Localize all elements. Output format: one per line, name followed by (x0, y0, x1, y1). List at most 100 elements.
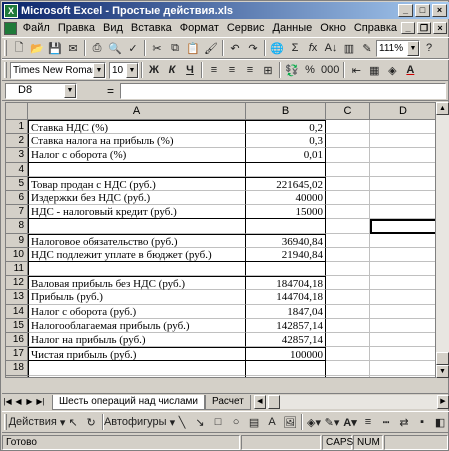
row-header[interactable]: 12 (6, 276, 28, 291)
arrow-icon[interactable]: ↘ (191, 413, 209, 431)
last-sheet-icon[interactable]: ▶| (35, 396, 46, 409)
cell-b[interactable]: 184704,18 (246, 276, 326, 291)
menu-file[interactable]: Файл (19, 22, 54, 34)
cell-c[interactable] (326, 120, 370, 135)
workbook-restore-button[interactable]: ❐ (417, 22, 431, 34)
cell-c[interactable] (326, 318, 370, 333)
cell-d[interactable] (370, 148, 435, 163)
cell-d[interactable] (370, 219, 435, 234)
percent-button[interactable]: % (301, 61, 319, 79)
align-left-icon[interactable]: ≡ (205, 61, 223, 79)
cell-b[interactable]: 36940,84 (246, 233, 326, 248)
new-icon[interactable]: 🗋 (10, 39, 28, 57)
chevron-down-icon[interactable]: ▼ (407, 40, 419, 56)
cell-c[interactable] (326, 219, 370, 234)
column-header-a[interactable]: A (28, 103, 246, 120)
row-header[interactable]: 3 (6, 148, 28, 163)
cell-b[interactable]: 21940,84 (246, 247, 326, 262)
cell-d[interactable] (370, 319, 435, 333)
cell-d[interactable] (370, 120, 435, 135)
tab-calculation[interactable]: Расчет (204, 394, 251, 410)
font-color-icon[interactable]: A (401, 61, 419, 79)
cell-c[interactable] (326, 205, 370, 220)
cell-c[interactable] (326, 304, 370, 319)
row-header[interactable]: 13 (6, 290, 28, 305)
row-header[interactable]: 1 (6, 120, 28, 135)
cell-b[interactable]: 100000 (246, 347, 326, 362)
chart-wizard-icon[interactable]: ▥ (340, 39, 358, 57)
cell-d[interactable] (370, 134, 435, 149)
cell-a[interactable]: НДС подлежит уплате в бюджет (руб.) (28, 247, 246, 262)
row-header[interactable]: 16 (6, 333, 28, 348)
zoom-select[interactable]: 111% ▼ (376, 39, 420, 57)
row-header[interactable]: 6 (6, 191, 28, 206)
scroll-up-icon[interactable]: ▲ (436, 102, 449, 115)
cell-a[interactable]: Издержки без НДС (руб.) (28, 191, 246, 206)
chevron-down-icon[interactable]: ▼ (126, 62, 138, 78)
cell-c[interactable] (326, 347, 370, 362)
row-header[interactable]: 18 (6, 361, 28, 376)
scroll-down-icon[interactable]: ▼ (436, 365, 449, 378)
cell-c[interactable] (326, 176, 370, 191)
cell-d[interactable] (370, 361, 435, 376)
cell-a[interactable]: Ставка налога на прибыль (%) (28, 134, 246, 149)
cell-a[interactable]: Валовая прибыль без НДС (руб.) (28, 276, 246, 291)
fill-color-icon[interactable]: ◈ (383, 61, 401, 79)
print-preview-icon[interactable]: 🔍 (106, 39, 124, 57)
cell-d[interactable] (370, 163, 435, 177)
row-header[interactable]: 11 (6, 262, 28, 277)
select-objects-icon[interactable]: ↖ (64, 413, 82, 431)
borders-icon[interactable]: ▦ (365, 61, 383, 79)
toolbar-grip[interactable] (4, 40, 7, 56)
autosum-icon[interactable]: Σ (286, 39, 304, 57)
menu-view[interactable]: Вид (99, 22, 127, 34)
equals-sign[interactable]: = (107, 84, 114, 98)
cut-icon[interactable]: ✂ (148, 39, 166, 57)
hscroll-thumb[interactable] (267, 395, 280, 409)
line-icon[interactable]: ╲ (173, 413, 191, 431)
maximize-button[interactable]: □ (415, 4, 430, 17)
save-icon[interactable]: 💾 (46, 39, 64, 57)
menu-window[interactable]: Окно (316, 22, 350, 34)
menu-format[interactable]: Формат (176, 22, 223, 34)
dash-style-icon[interactable]: ┅ (377, 413, 395, 431)
font-color-icon[interactable]: A▾ (341, 413, 359, 431)
cell-b[interactable]: 144704,18 (246, 290, 326, 305)
bold-button[interactable]: Ж (145, 61, 163, 79)
workbook-minimize-button[interactable]: _ (401, 22, 415, 34)
cell-b[interactable]: 221645,02 (246, 176, 326, 191)
chevron-down-icon[interactable]: ▼ (64, 83, 76, 98)
font-size-select[interactable]: 10 ▼ (109, 61, 139, 79)
row-header[interactable]: 4 (6, 162, 28, 177)
clipart-icon[interactable]: 🖼 (281, 413, 299, 431)
next-sheet-icon[interactable]: ▶ (24, 396, 35, 409)
row-header[interactable]: 2 (6, 134, 28, 149)
cell-c[interactable] (326, 375, 370, 377)
column-header-d[interactable]: D (370, 103, 435, 120)
toolbar-grip[interactable] (4, 62, 7, 78)
merge-center-icon[interactable]: ⊞ (259, 61, 277, 79)
workbook-icon[interactable] (4, 21, 17, 35)
formula-input[interactable] (120, 82, 446, 99)
cell-c[interactable] (326, 191, 370, 206)
row-header[interactable]: 14 (6, 304, 28, 319)
cell-a[interactable] (28, 162, 246, 177)
free-rotate-icon[interactable]: ↻ (82, 413, 100, 431)
cell-d[interactable] (370, 177, 435, 191)
function-icon[interactable]: fx (304, 39, 322, 57)
minimize-button[interactable]: _ (398, 4, 413, 17)
cell-c[interactable] (326, 290, 370, 305)
menu-data[interactable]: Данные (269, 22, 317, 34)
fill-color-icon[interactable]: ◈▾ (305, 413, 323, 431)
cell-a[interactable]: Прибыль (руб.) (28, 290, 246, 305)
cell-b[interactable] (246, 162, 326, 177)
underline-button[interactable]: Ч (181, 61, 199, 79)
actions-menu[interactable]: Действия ▾ (9, 413, 66, 431)
workbook-close-button[interactable]: × (433, 22, 447, 34)
cell-d[interactable] (370, 234, 435, 248)
vertical-scrollbar[interactable]: ▲ ▼ (436, 102, 449, 378)
scroll-left-icon[interactable]: ◀ (253, 395, 266, 409)
align-center-icon[interactable]: ≡ (223, 61, 241, 79)
cell-c[interactable] (326, 134, 370, 149)
cell-b[interactable]: 0,01 (246, 148, 326, 163)
